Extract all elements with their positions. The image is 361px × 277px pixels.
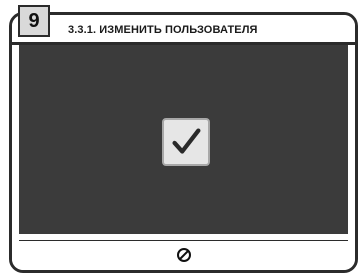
screen-header: 3.3.1. ИЗМЕНИТЬ ПОЛЬЗОВАТЕЛЯ: [12, 15, 355, 45]
screen-footer: [12, 234, 355, 270]
stop-circle-icon[interactable]: [176, 247, 192, 263]
step-number: 9: [28, 9, 40, 32]
checkmark-icon: [172, 128, 201, 154]
confirm-checkbox[interactable]: [162, 118, 210, 166]
step-number-badge: 9: [18, 5, 50, 37]
screen-title: 3.3.1. ИЗМЕНИТЬ ПОЛЬЗОВАТЕЛЯ: [68, 24, 258, 36]
footer-divider: [19, 240, 348, 241]
